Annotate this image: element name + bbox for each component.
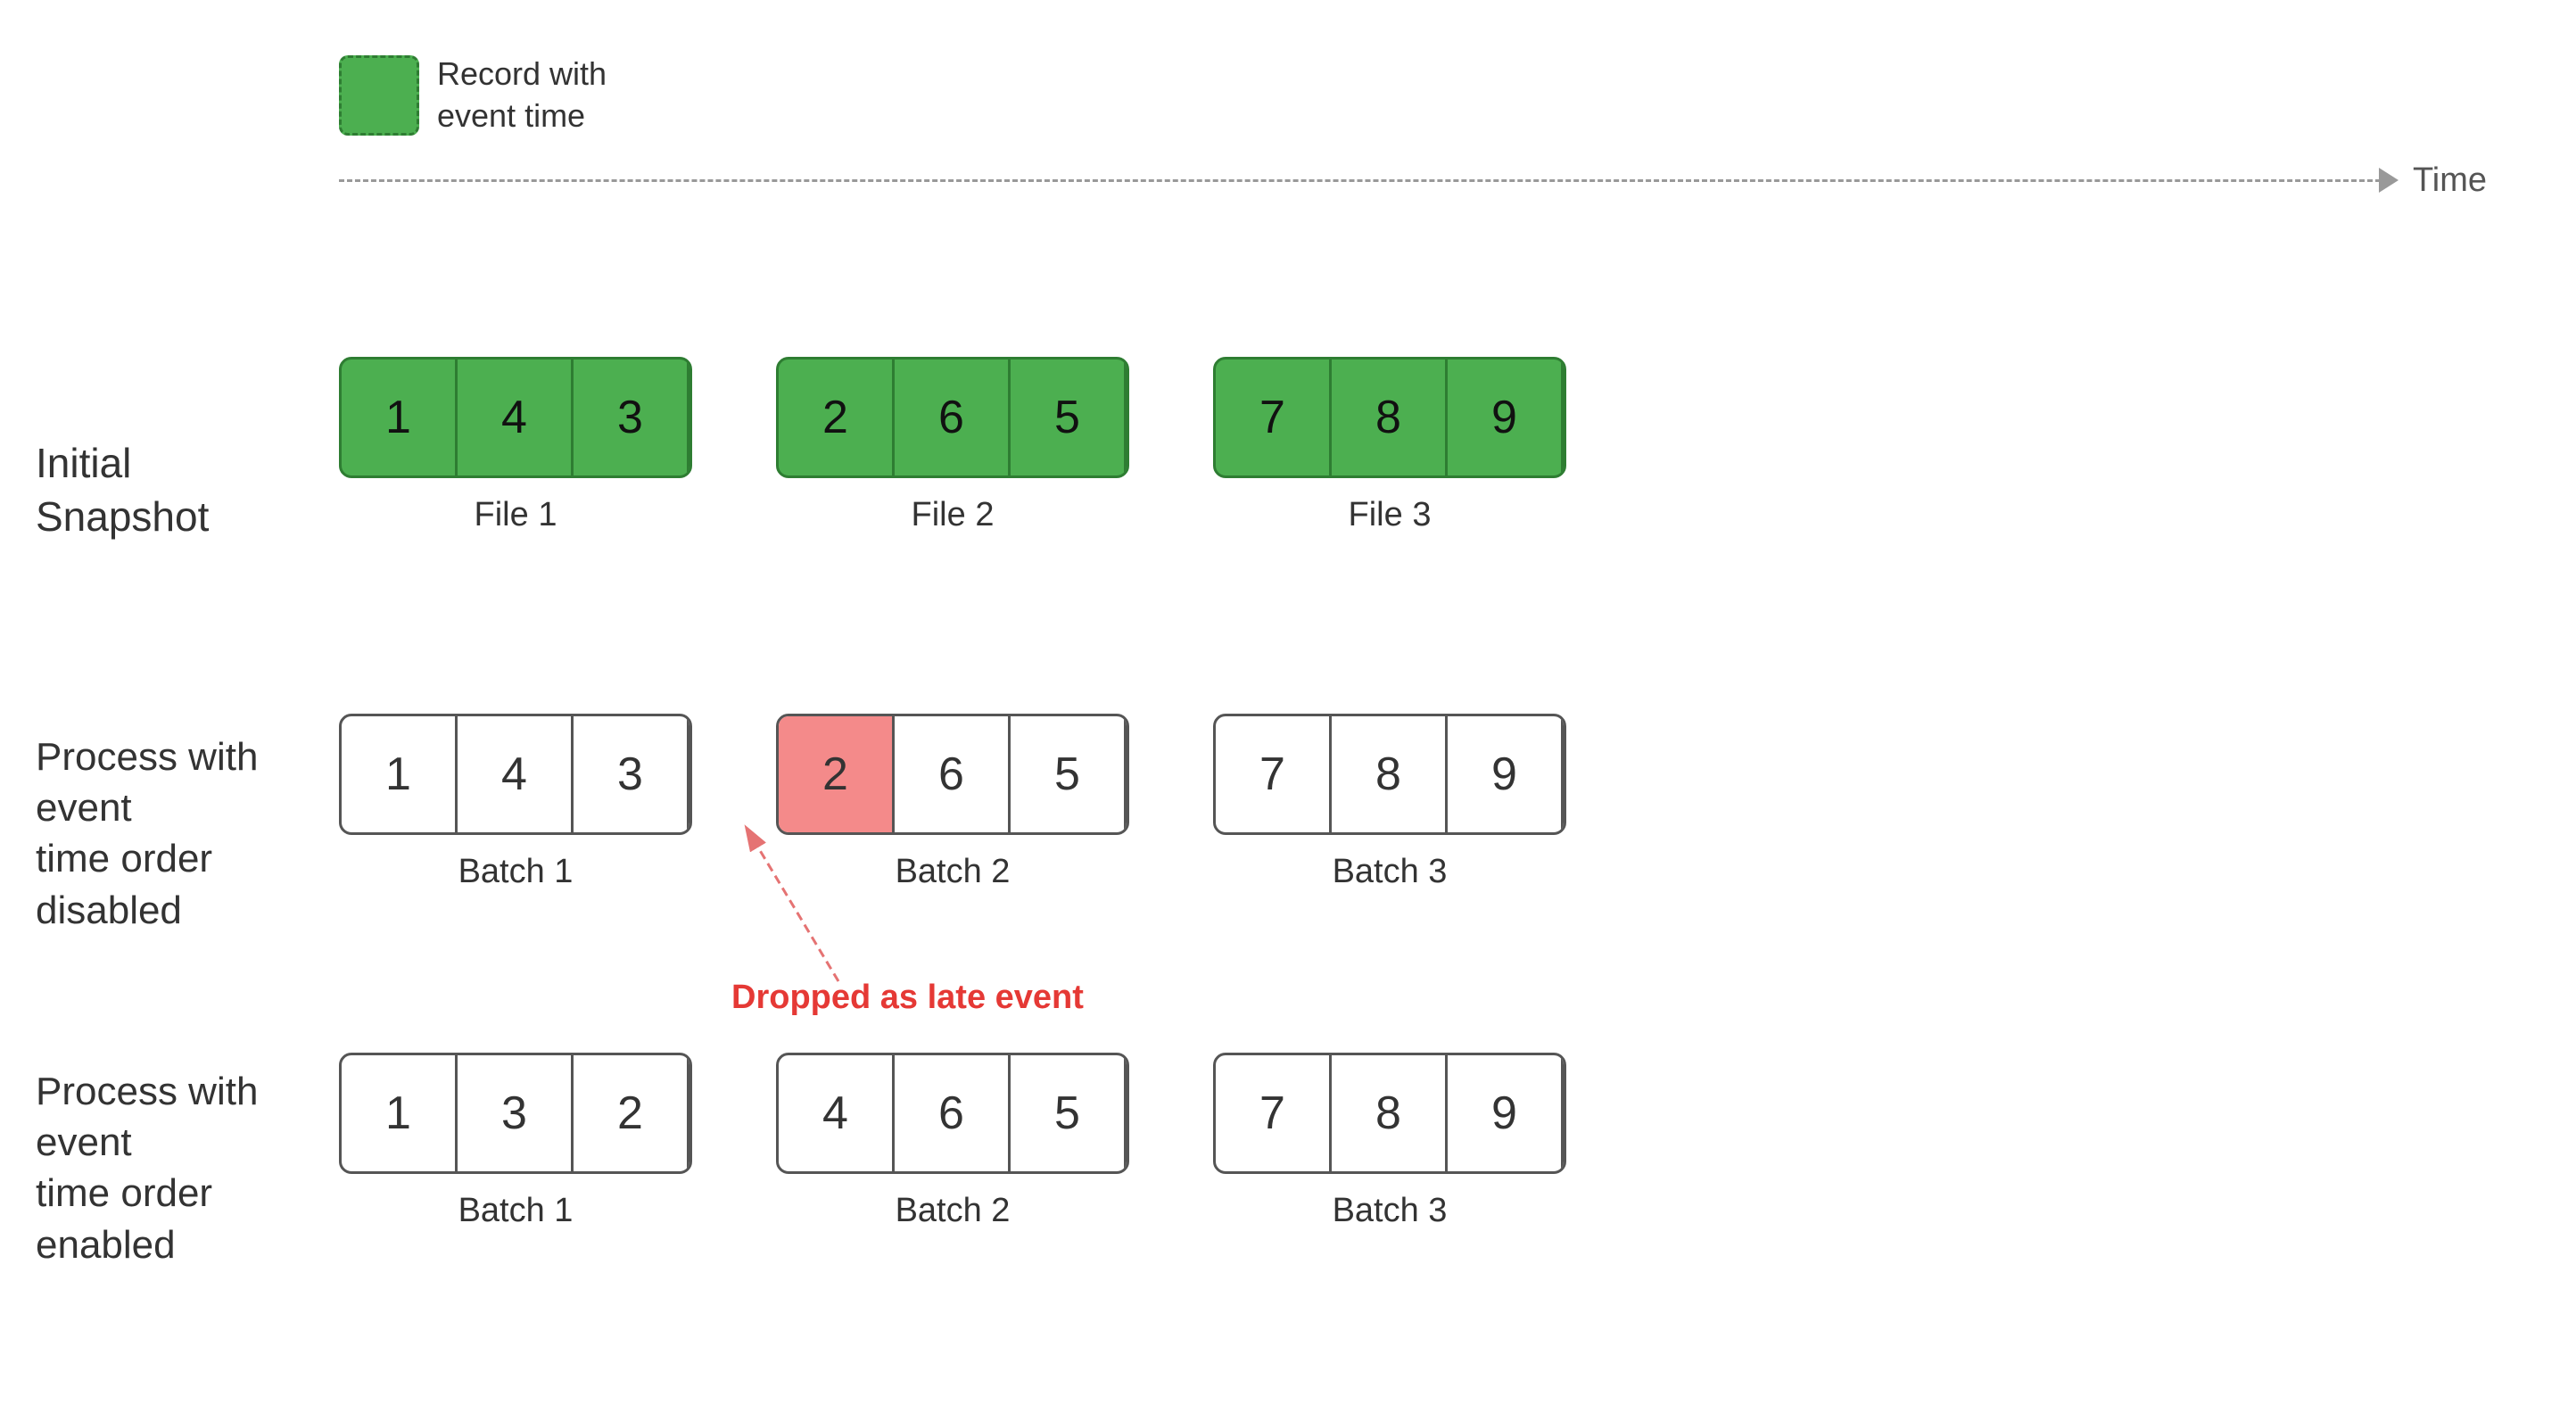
file-1-cell-1: 1 <box>342 360 458 475</box>
file-2-group: 2 6 5 File 2 <box>776 357 1129 534</box>
file-3-label: File 3 <box>1349 496 1432 534</box>
diagram-container: Record withevent time Time InitialSnapsh… <box>0 0 2576 1405</box>
file-3-cell-3: 9 <box>1448 360 1564 475</box>
file-2-cell-3: 5 <box>1011 360 1127 475</box>
file-2-cell-1: 2 <box>779 360 895 475</box>
enabled-batch-2-cell-3: 5 <box>1011 1055 1127 1171</box>
file-1-group: 1 4 3 File 1 <box>339 357 692 534</box>
legend: Record withevent time <box>339 54 607 137</box>
time-arrow-icon <box>2379 168 2398 193</box>
disabled-batch-1-label: Batch 1 <box>458 853 574 891</box>
disabled-batch-1-cell-2: 4 <box>458 716 574 832</box>
enabled-batch-2-group: 4 6 5 Batch 2 <box>776 1053 1129 1230</box>
file-3-group: 7 8 9 File 3 <box>1213 357 1566 534</box>
file-1-cell-2: 4 <box>458 360 574 475</box>
file-2-cell-2: 6 <box>895 360 1011 475</box>
legend-box <box>339 55 419 136</box>
disabled-batch-3-label: Batch 3 <box>1333 853 1448 891</box>
file-2-card: 2 6 5 <box>776 357 1129 478</box>
enabled-batch-1-cell-2: 3 <box>458 1055 574 1171</box>
enabled-batch-3-cell-2: 8 <box>1332 1055 1448 1171</box>
enabled-batch-1-cell-1: 1 <box>342 1055 458 1171</box>
disabled-batch-3-cell-1: 7 <box>1216 716 1332 832</box>
file-1-card: 1 4 3 <box>339 357 692 478</box>
enabled-batch-3-group: 7 8 9 Batch 3 <box>1213 1053 1566 1230</box>
enabled-batch-1-cell-3: 2 <box>574 1055 689 1171</box>
enabled-batch-3-label: Batch 3 <box>1333 1192 1448 1230</box>
disabled-batch-1-card: 1 4 3 <box>339 714 692 835</box>
enabled-batch-2-card: 4 6 5 <box>776 1053 1129 1174</box>
disabled-batch-2-cell-3: 5 <box>1011 716 1127 832</box>
dropped-text: Dropped as late event <box>731 979 1084 1016</box>
enabled-batch-3-cell-1: 7 <box>1216 1055 1332 1171</box>
disabled-batch-3-group: 7 8 9 Batch 3 <box>1213 714 1566 891</box>
enabled-label: Process with eventtime order enabled <box>36 1066 321 1270</box>
dropped-annotation: Dropped as late event <box>678 758 1017 1026</box>
disabled-batch-3-cell-3: 9 <box>1448 716 1564 832</box>
file-3-cell-1: 7 <box>1216 360 1332 475</box>
enabled-batch-1-label: Batch 1 <box>458 1192 574 1230</box>
enabled-batch-3-card: 7 8 9 <box>1213 1053 1566 1174</box>
file-3-cell-2: 8 <box>1332 360 1448 475</box>
enabled-batch-2-cell-1: 4 <box>779 1055 895 1171</box>
file-1-label: File 1 <box>475 496 557 534</box>
disabled-label: Process with eventtime order disabled <box>36 731 321 936</box>
disabled-batch-3-card: 7 8 9 <box>1213 714 1566 835</box>
enabled-batch-3-cell-3: 9 <box>1448 1055 1564 1171</box>
legend-label: Record withevent time <box>437 54 607 137</box>
time-line <box>339 179 2381 182</box>
file-2-label: File 2 <box>912 496 995 534</box>
disabled-batch-3-cell-2: 8 <box>1332 716 1448 832</box>
enabled-batch-1-group: 1 3 2 Batch 1 <box>339 1053 692 1230</box>
file-1-cell-3: 3 <box>574 360 689 475</box>
time-axis: Time <box>339 178 2487 182</box>
disabled-batch-1-cell-3: 3 <box>574 716 689 832</box>
time-label: Time <box>2413 161 2487 200</box>
enabled-batch-2-label: Batch 2 <box>896 1192 1011 1230</box>
disabled-batch-1-cell-1: 1 <box>342 716 458 832</box>
file-3-card: 7 8 9 <box>1213 357 1566 478</box>
enabled-batch-1-card: 1 3 2 <box>339 1053 692 1174</box>
initial-snapshot-label: InitialSnapshot <box>36 437 321 544</box>
disabled-batch-1-group: 1 4 3 Batch 1 <box>339 714 692 891</box>
enabled-batch-2-cell-2: 6 <box>895 1055 1011 1171</box>
